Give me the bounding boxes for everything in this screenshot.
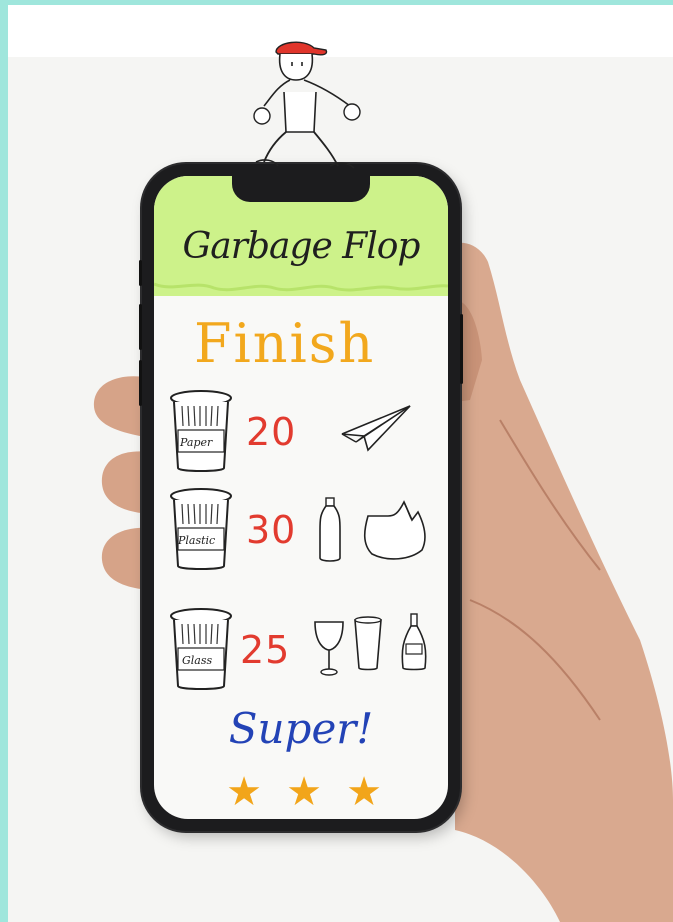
result-row-plastic: Plastic 30 [168,486,438,576]
finish-heading: Finish [194,312,376,375]
result-row-glass: Glass 25 [168,606,438,696]
header-wave [154,274,448,292]
bin-label: Plastic [178,534,216,547]
phone-screen: Garbage Flop Finish Paper 20 Plastic 30 … [154,176,448,819]
star-rating: ★ ★ ★ [214,770,394,814]
glass-count: 25 [240,628,291,672]
trash-bin-icon [170,390,232,472]
glass-items [314,613,427,676]
volume-button [139,360,142,406]
plastic-bottle-icon [319,497,341,562]
plastic-items [319,497,426,562]
mascot-character [253,41,361,169]
star-icon: ★ [226,770,262,814]
drinking-glass-icon [354,616,382,671]
bin-label: Paper [180,436,213,449]
trash-bin-icon [170,608,232,690]
star-icon: ★ [286,770,322,814]
phone-frame: Garbage Flop Finish Paper 20 Plastic 30 … [139,164,463,831]
result-row-paper: Paper 20 [168,388,438,478]
app-title: Garbage Flop [182,226,421,267]
volume-button [139,260,142,286]
wine-glass-icon [314,621,344,676]
star-icon: ★ [346,770,382,814]
plastic-bag-icon [363,500,426,560]
paper-plane-icon [341,405,411,452]
volume-button [139,304,142,350]
plastic-count: 30 [246,508,297,552]
power-button [460,314,463,384]
phone-notch [232,176,370,202]
paper-count: 20 [246,410,297,454]
trash-bin-icon [170,488,232,570]
rating-message: Super! [228,704,374,753]
bin-label: Glass [182,654,213,667]
glass-bottle-icon [401,613,427,671]
